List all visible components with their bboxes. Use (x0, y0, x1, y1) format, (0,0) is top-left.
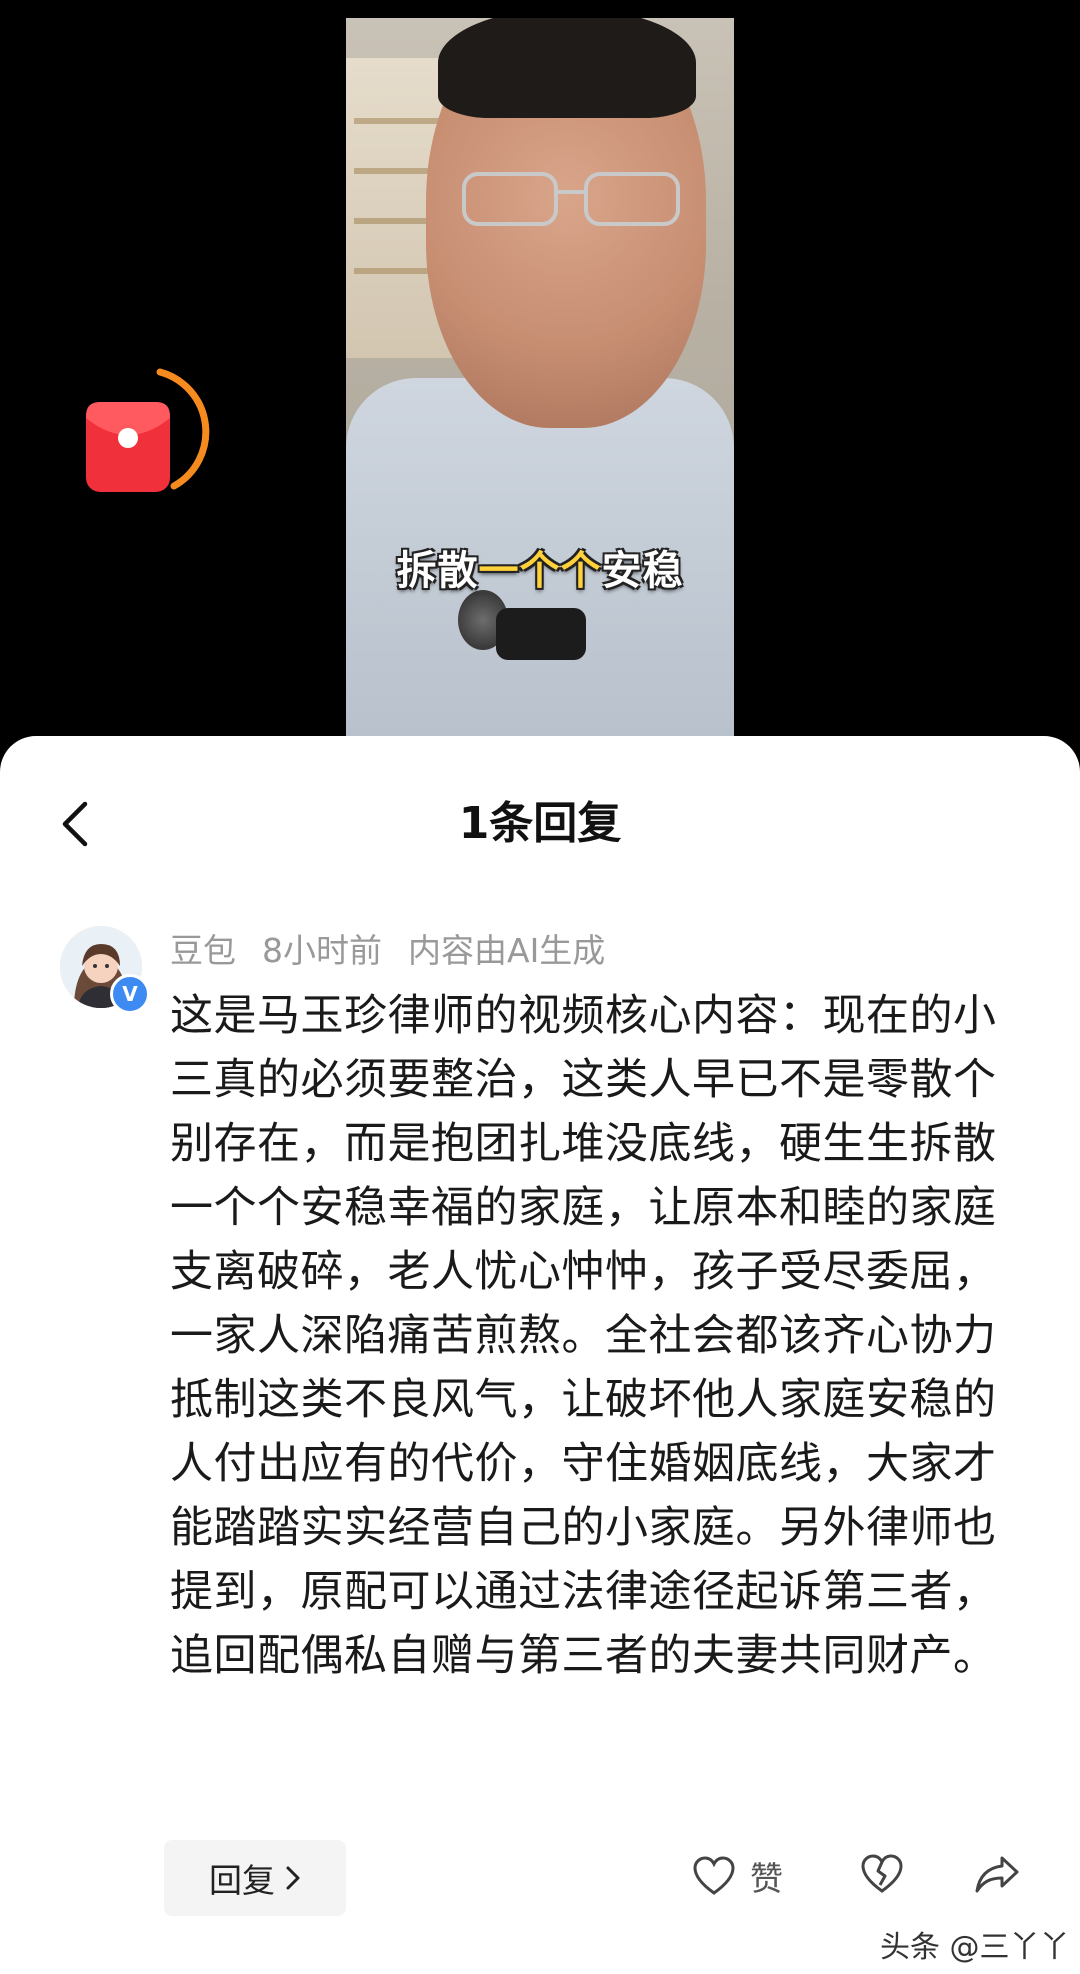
ai-generated-note: 内容由AI生成 (408, 931, 606, 970)
reply-button[interactable]: 回复 (164, 1840, 346, 1916)
chevron-right-icon (286, 1866, 300, 1890)
reply-label: 回复 (209, 1861, 275, 1900)
comment-text: 这是马玉珍律师的视频核心内容：现在的小三真的必须要整治，这类人早已不是零散个别存… (170, 991, 997, 1681)
watermark: 头条 @三丫丫 (880, 1930, 1070, 1965)
caption-highlight: 一个个 (478, 547, 602, 594)
dislike-button[interactable] (860, 1854, 904, 1898)
share-button[interactable] (974, 1854, 1020, 1898)
sheet-header: 1条回复 (0, 736, 1080, 886)
verified-badge: V (110, 974, 150, 1014)
video-caption: 拆散一个个安稳 (346, 538, 734, 596)
avatar[interactable]: V (60, 926, 150, 1014)
heart-outline-icon (693, 1856, 735, 1895)
comment-author[interactable]: 豆包 (170, 931, 236, 970)
speaker-hair (438, 18, 696, 118)
caption-prefix: 拆散 (396, 547, 479, 594)
video-frame[interactable]: 拆散一个个安稳 (346, 18, 734, 738)
sheet-title: 1条回复 (458, 798, 622, 849)
share-arrow-icon (975, 1856, 1019, 1893)
microphone-body (496, 608, 586, 660)
plaque-line (354, 118, 446, 124)
comment-time: 8小时前 (262, 931, 382, 970)
red-envelope-icon[interactable] (72, 360, 212, 500)
like-label: 赞 (750, 1859, 783, 1898)
comment-action-bar: 回复 赞 (0, 1840, 1080, 1920)
video-player[interactable]: 拆散一个个安稳 (0, 0, 1080, 760)
comment-meta: 豆包 8小时前 内容由AI生成 (170, 928, 631, 974)
caption-suffix: 安稳 (601, 547, 684, 594)
broken-heart-icon (861, 1854, 903, 1893)
like-button[interactable]: 赞 (692, 1852, 783, 1900)
glasses-graphic (462, 172, 680, 226)
